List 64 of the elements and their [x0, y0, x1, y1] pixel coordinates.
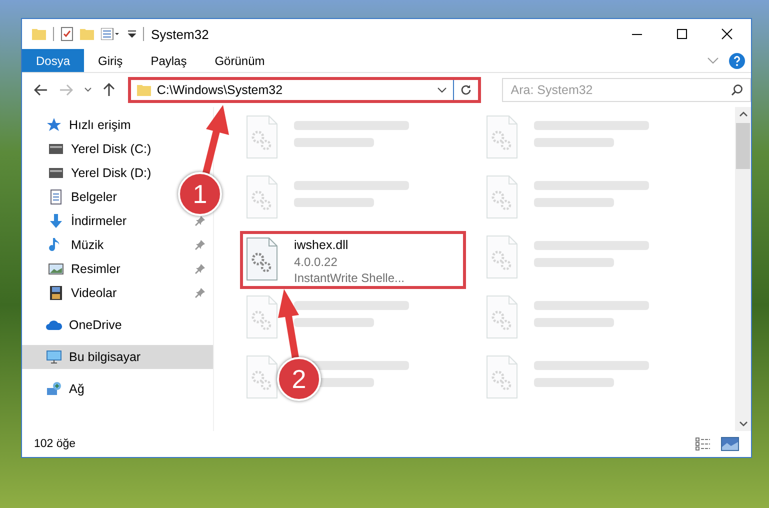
scroll-down-icon[interactable] [738, 421, 748, 427]
faded-file-icon [486, 355, 518, 399]
properties-icon[interactable] [101, 28, 121, 40]
sidebar-item[interactable]: Bu bilgisayar [22, 345, 213, 369]
sidebar-item[interactable]: Videolar [48, 281, 117, 305]
checklist-icon[interactable] [61, 27, 73, 41]
monitor-icon [46, 349, 62, 365]
dll-file-icon [246, 237, 278, 281]
down-arrow-icon [48, 213, 64, 229]
sidebar-item[interactable]: İndirmeler [48, 209, 127, 233]
ribbon-tab[interactable]: Giriş [84, 49, 137, 72]
file-detail: 4.0.0.22 [294, 254, 338, 270]
star-icon [46, 117, 62, 133]
ribbon-tab[interactable]: Görünüm [200, 49, 279, 72]
network-icon [46, 381, 62, 397]
sidebar-item[interactable]: Müzik [48, 233, 104, 257]
back-arrow-icon[interactable] [34, 84, 48, 96]
picture-icon [48, 261, 64, 277]
faded-file-icon [486, 115, 518, 159]
file-detail: InstantWrite Shelle... [294, 270, 404, 286]
file-name: iwshex.dll [294, 237, 350, 254]
step-badge: 1 [178, 172, 222, 216]
step-badge: 2 [277, 357, 321, 401]
document-icon [48, 189, 64, 205]
ribbon-tab[interactable]: Paylaş [136, 49, 201, 72]
faded-file-icon [486, 235, 518, 279]
details-view-icon[interactable] [695, 437, 711, 451]
folder-icon [136, 84, 151, 96]
tiles-view-icon[interactable] [721, 437, 739, 451]
chevron-down-icon[interactable] [436, 87, 447, 93]
faded-file-icon [486, 295, 518, 339]
ribbon-tab[interactable]: Dosya [22, 49, 84, 72]
sidebar-item[interactable]: Belgeler [48, 185, 117, 209]
film-icon [48, 285, 64, 301]
sidebar-item[interactable]: OneDrive [46, 313, 122, 337]
sidebar-item[interactable]: Hızlı erişim [46, 113, 131, 137]
maximize-icon[interactable] [676, 28, 688, 40]
item-count: 102 öğe [34, 438, 76, 450]
close-icon[interactable] [721, 28, 733, 40]
help-icon[interactable] [729, 52, 745, 68]
window-title: System32 [151, 26, 209, 42]
file-item[interactable]: iwshex.dll 4.0.0.22 InstantWrite Shelle... [240, 231, 466, 289]
chevron-down-icon[interactable] [84, 87, 92, 93]
sidebar-item[interactable]: Resimler [48, 257, 120, 281]
dropdown-icon[interactable] [128, 29, 136, 39]
faded-file-icon [486, 175, 518, 219]
search-field[interactable]: Ara: System32 [502, 78, 751, 102]
faded-file-icon [246, 295, 278, 339]
drive-icon [48, 165, 64, 181]
scroll-up-icon[interactable] [738, 111, 748, 117]
sidebar-item[interactable]: Yerel Disk (C:) [48, 137, 152, 161]
drive-icon [48, 141, 64, 157]
refresh-icon[interactable] [460, 84, 472, 96]
sidebar-item[interactable]: Ağ [46, 377, 84, 401]
search-icon [731, 84, 743, 96]
up-arrow-icon[interactable] [102, 83, 115, 97]
address-path: C:\Windows\System32 [156, 83, 284, 97]
faded-file-icon [246, 115, 278, 159]
faded-file-icon [246, 175, 278, 219]
scrollbar-thumb[interactable] [736, 123, 750, 169]
faded-file-icon [246, 355, 278, 399]
address-bar[interactable]: C:\Windows\System32 [128, 77, 481, 103]
sidebar-item[interactable]: Yerel Disk (D:) [48, 161, 152, 185]
scrollbar[interactable] [735, 107, 751, 431]
